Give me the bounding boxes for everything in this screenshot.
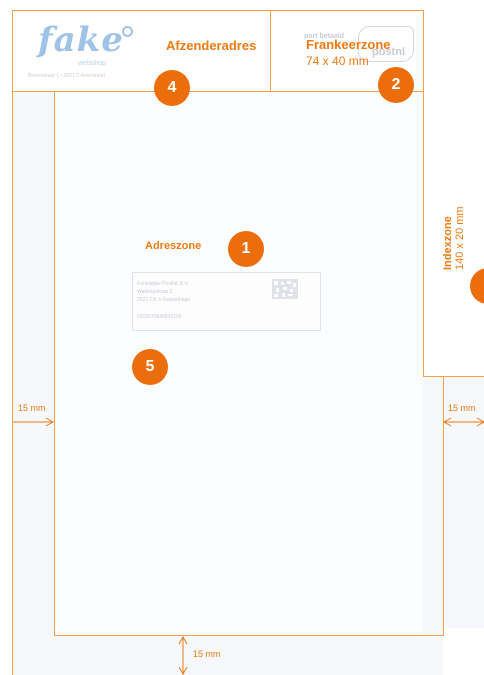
address-area-right-line <box>443 376 444 636</box>
index-zone-panel <box>423 10 484 377</box>
sender-logo: fake webshop Bovenstraat 1 • 2021 C Amer… <box>28 20 148 84</box>
address-line-2: Waldorpstraat 3 <box>137 289 173 295</box>
address-area-bottom-line <box>54 635 444 636</box>
top-border-line <box>12 10 424 11</box>
index-zone-text: Indexzone 140 x 20 mm <box>442 206 466 270</box>
badge-2: 2 <box>378 67 414 103</box>
franking-zone-label: Frankeerzone <box>306 37 391 52</box>
address-line-1: Koninklijke PostNL B.V. <box>137 281 189 287</box>
left-border-line <box>12 10 13 675</box>
header-divider-line-2 <box>423 10 424 377</box>
bottom-margin-label: 15 mm <box>193 649 221 659</box>
header-divider-line-1 <box>270 10 271 92</box>
datamatrix-code-icon <box>272 279 298 299</box>
left-margin-arrow-icon <box>13 417 55 427</box>
address-area-left-line <box>54 91 55 636</box>
left-margin-label: 15 mm <box>18 403 46 413</box>
logo-brand: fake <box>38 20 124 60</box>
index-zone-bottom-line <box>423 376 484 377</box>
right-margin-label: 15 mm <box>448 403 476 413</box>
badge-4: 4 <box>154 70 190 106</box>
address-code: #32207084094320# <box>137 314 182 320</box>
address-line-3: 2521 CA 's-Gravenhage <box>137 297 191 303</box>
bottom-right-blank <box>443 628 484 675</box>
badge-1: 1 <box>228 231 264 267</box>
index-zone-size: 140 x 20 mm <box>454 206 466 270</box>
bottom-margin-arrow-icon <box>178 636 188 675</box>
logo-address-line: Bovenstraat 1 • 2021 C Amersfoort <box>28 73 106 79</box>
address-area-panel <box>54 91 423 635</box>
franking-zone-size: 74 x 40 mm <box>306 54 369 68</box>
index-zone-label: Indexzone <box>442 216 454 270</box>
logo-registered-icon <box>122 26 133 37</box>
sender-zone-label: Afzenderadres <box>166 38 257 53</box>
logo-tagline: webshop <box>78 60 107 67</box>
address-block: Koninklijke PostNL B.V. Waldorpstraat 3 … <box>132 272 321 331</box>
right-margin-arrow-icon <box>443 417 484 427</box>
header-bottom-line <box>12 91 424 92</box>
address-zone-label: Adreszone <box>145 240 202 252</box>
badge-5: 5 <box>132 349 168 385</box>
